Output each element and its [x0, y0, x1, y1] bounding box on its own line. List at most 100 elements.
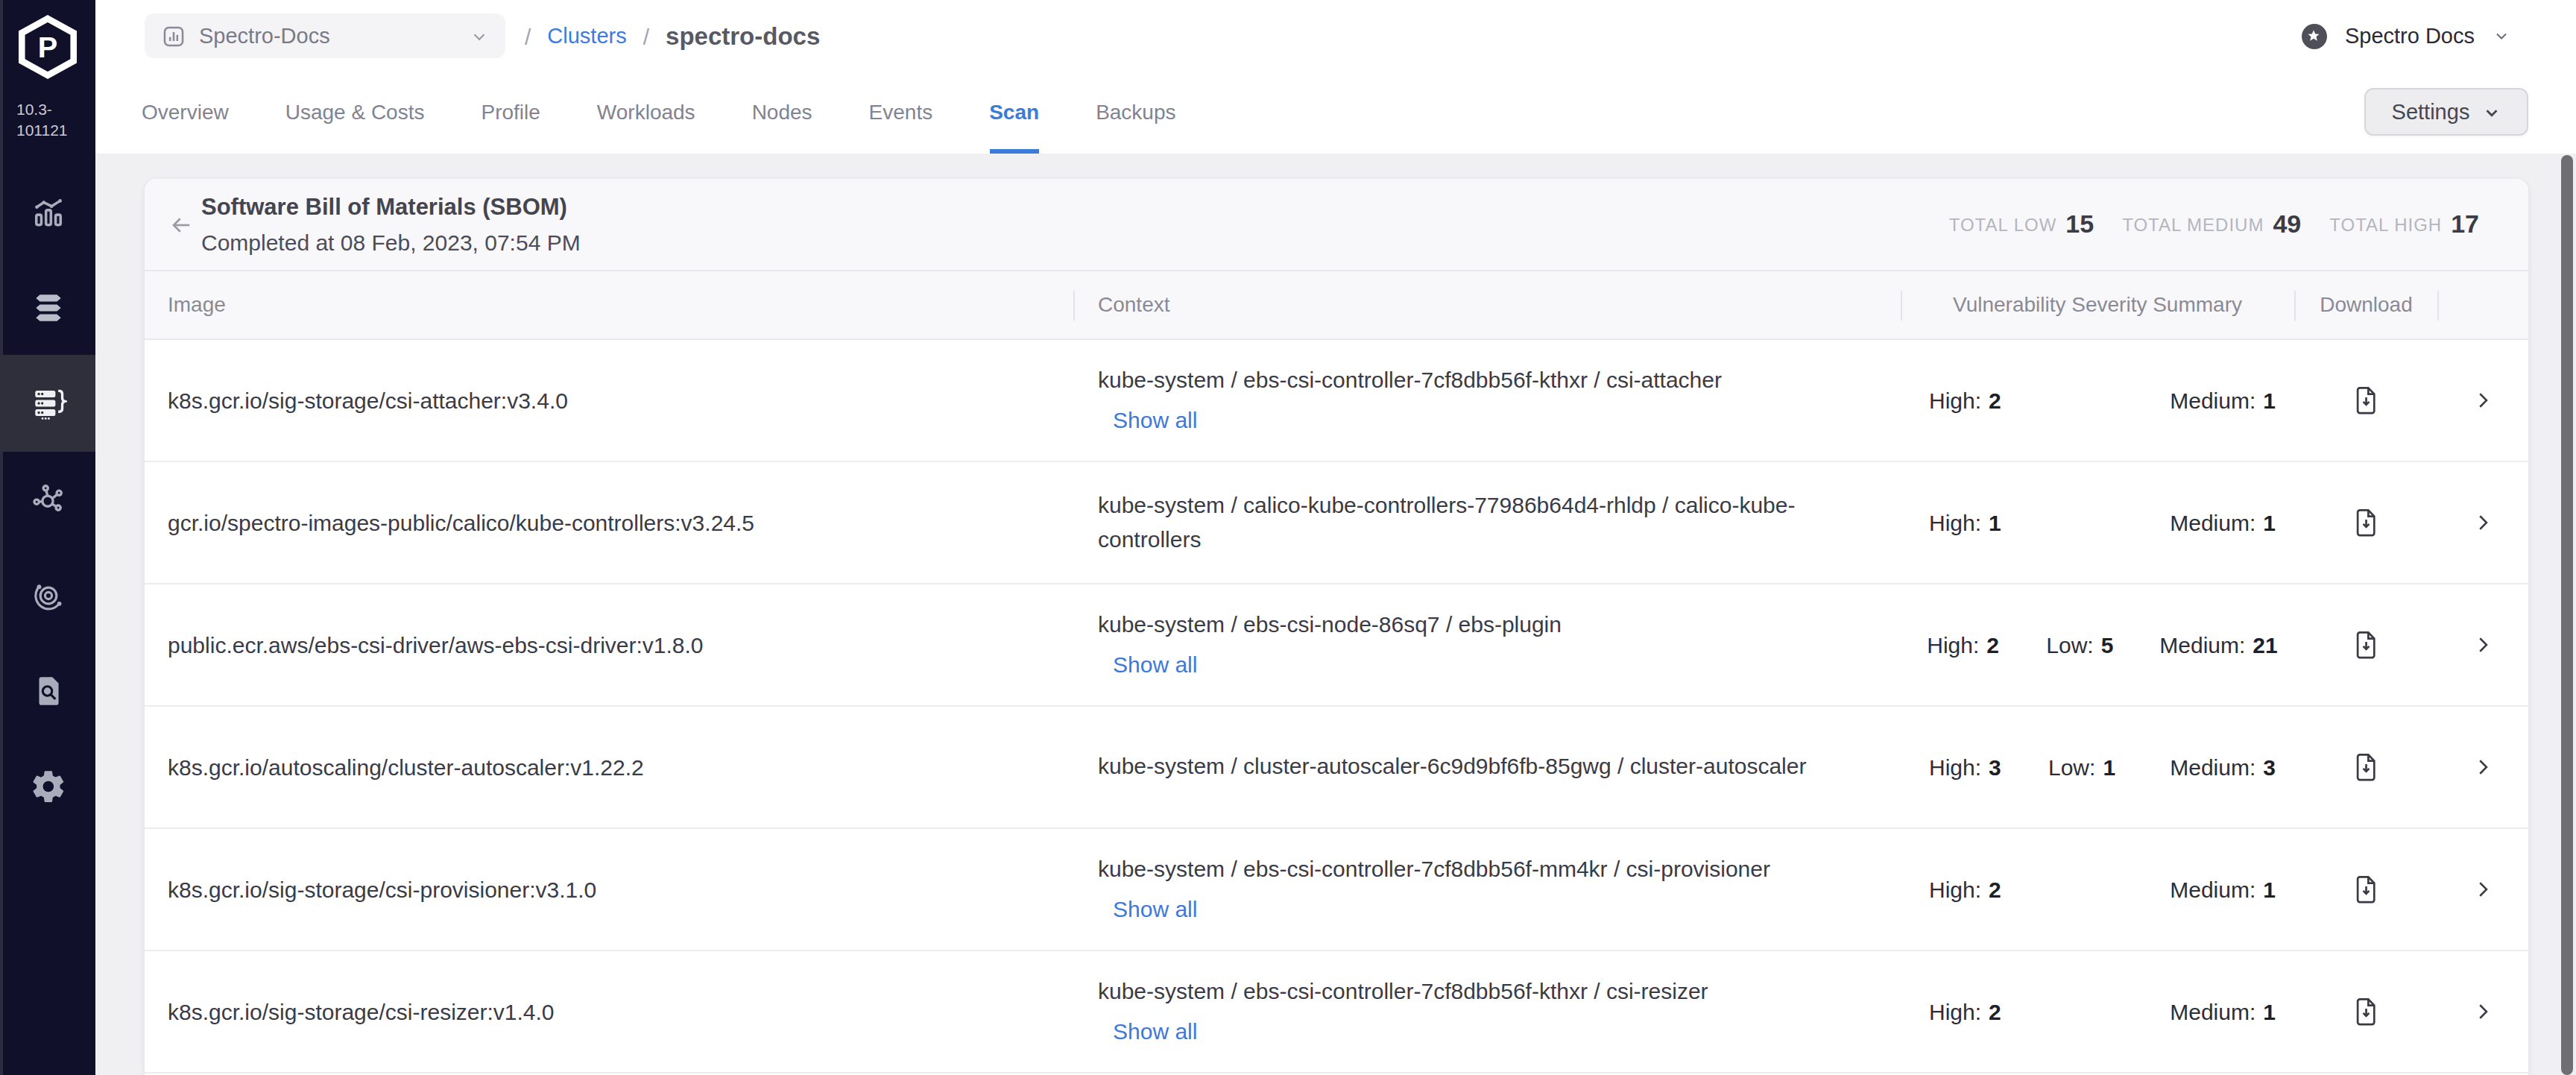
context-text: kube-system / ebs-csi-controller-7cf8dbb… — [1098, 852, 1856, 886]
breadcrumb-separator: / — [525, 23, 531, 48]
total-medium-value: 49 — [2273, 210, 2301, 240]
sidebar: P 10.3- 101121 — [0, 0, 95, 1075]
sidebar-item-settings[interactable] — [0, 739, 95, 834]
gear-icon — [29, 768, 66, 805]
table-row[interactable]: k8s.gcr.io/autoscaling/cluster-autoscale… — [144, 707, 2528, 829]
svg-text:P: P — [38, 31, 57, 63]
severity-high: High:2 — [1929, 877, 2048, 902]
download-file-icon[interactable] — [2352, 629, 2381, 661]
settings-button-label: Settings — [2392, 100, 2470, 124]
back-arrow-icon[interactable] — [169, 214, 192, 235]
severity-high: High:2 — [1929, 999, 2048, 1024]
tab-workloads[interactable]: Workloads — [597, 72, 695, 153]
total-low-value: 15 — [2065, 210, 2094, 240]
download-file-icon[interactable] — [2352, 874, 2381, 905]
breadcrumb-current: spectro-docs — [666, 22, 820, 50]
severity-medium: Medium:21 — [2159, 632, 2277, 658]
severity-high: High:3 — [1929, 754, 2048, 780]
table-row[interactable]: k8s.gcr.io/sig-storage/csi-provisioner:v… — [144, 829, 2528, 951]
table-row[interactable]: gcr.io/spectro-images-public/calico/kube… — [144, 462, 2528, 584]
project-selector-label: Spectro-Docs — [199, 24, 469, 48]
table-row[interactable]: k8s.gcr.io/sig-storage/csi-resizer:v1.4.… — [144, 951, 2528, 1074]
column-header-severity: Vulnerability Severity Summary — [1901, 271, 2294, 338]
table-row[interactable]: k8s.gcr.io/sig-storage/csi-attacher:v3.4… — [144, 340, 2528, 462]
network-icon — [29, 480, 66, 517]
total-high: TOTAL HIGH 17 — [2329, 210, 2479, 240]
severity-medium: Medium:1 — [2170, 999, 2276, 1024]
clusters-stack-icon — [29, 289, 66, 326]
context-text: kube-system / calico-kube-controllers-77… — [1098, 489, 1856, 556]
profiles-list-icon — [29, 384, 66, 421]
severity-low: Low:1 — [2048, 754, 2162, 780]
column-header-context: Context — [1073, 271, 1901, 338]
image-name: k8s.gcr.io/sig-storage/csi-provisioner:v… — [168, 877, 1073, 902]
severity-high: High:1 — [1929, 510, 2048, 535]
total-low-label: TOTAL LOW — [1949, 215, 2057, 236]
tab-scan[interactable]: Scan — [989, 72, 1039, 153]
tab-usage-costs[interactable]: Usage & Costs — [285, 72, 425, 153]
sidebar-item-clusters[interactable] — [0, 259, 95, 355]
tab-overview[interactable]: Overview — [142, 72, 229, 153]
sbom-completed-at: Completed at 08 Feb, 2023, 07:54 PM — [201, 224, 581, 259]
chevron-right-icon[interactable] — [2472, 634, 2495, 656]
context-text: kube-system / ebs-csi-controller-7cf8dbb… — [1098, 974, 1856, 1008]
tab-backups[interactable]: Backups — [1096, 72, 1175, 153]
breadcrumb-separator: / — [643, 23, 649, 48]
project-selector[interactable]: Spectro-Docs — [144, 13, 505, 58]
top-bar: Spectro-Docs / Clusters / spectro-docs S… — [95, 0, 2576, 153]
context-text: kube-system / ebs-csi-node-86sq7 / ebs-p… — [1098, 608, 1856, 641]
download-file-icon[interactable] — [2352, 507, 2381, 538]
tab-profile[interactable]: Profile — [481, 72, 540, 153]
table-body: k8s.gcr.io/sig-storage/csi-attacher:v3.4… — [144, 340, 2528, 1074]
show-all-link[interactable]: Show all — [1113, 649, 1856, 682]
chevron-right-icon[interactable] — [2472, 756, 2495, 778]
tab-bar: Overview Usage & Costs Profile Workloads Nod… — [142, 72, 1176, 153]
orbit-icon — [29, 576, 66, 614]
sidebar-item-monitoring[interactable] — [0, 164, 95, 259]
scrollbar-thumb[interactable] — [2561, 155, 2572, 1075]
severity-medium: Medium:1 — [2170, 388, 2276, 413]
context-text: kube-system / cluster-autoscaler-6c9d9bf… — [1098, 751, 1856, 784]
settings-button[interactable]: Settings — [2364, 88, 2528, 136]
sidebar-item-orbit[interactable] — [0, 547, 95, 643]
sbom-card-header: Software Bill of Materials (SBOM) Comple… — [144, 179, 2528, 271]
show-all-link[interactable]: Show all — [1113, 1015, 1856, 1049]
account-name: Spectro Docs — [2345, 24, 2475, 48]
image-name: k8s.gcr.io/autoscaling/cluster-autoscale… — [168, 754, 1073, 780]
context-text: kube-system / ebs-csi-controller-7cf8dbb… — [1098, 363, 1856, 397]
sidebar-item-network[interactable] — [0, 451, 95, 546]
show-all-link[interactable]: Show all — [1113, 893, 1856, 927]
sbom-card: Software Bill of Materials (SBOM) Comple… — [144, 179, 2528, 1075]
table-header: Image Context Vulnerability Severity Sum… — [144, 271, 2528, 340]
account-menu[interactable]: Spectro Docs — [2302, 0, 2510, 72]
download-file-icon[interactable] — [2352, 751, 2381, 783]
breadcrumb-link-clusters[interactable]: Clusters — [547, 24, 626, 48]
sidebar-item-scan[interactable] — [0, 643, 95, 739]
chevron-down-icon — [2481, 102, 2501, 122]
severity-low: Low:5 — [2046, 632, 2159, 658]
table-row[interactable]: public.ecr.aws/ebs-csi-driver/aws-ebs-cs… — [144, 584, 2528, 707]
severity-medium: Medium:1 — [2170, 877, 2276, 902]
monitoring-icon — [29, 193, 66, 230]
doc-scan-icon — [29, 672, 66, 710]
breadcrumb: / Clusters / spectro-docs — [525, 0, 820, 72]
total-medium: TOTAL MEDIUM 49 — [2122, 210, 2301, 240]
chevron-right-icon[interactable] — [2472, 389, 2495, 412]
chevron-right-icon[interactable] — [2472, 1000, 2495, 1023]
chevron-right-icon[interactable] — [2472, 878, 2495, 901]
severity-totals: TOTAL LOW 15 TOTAL MEDIUM 49 TOTAL HIGH … — [1949, 179, 2479, 271]
download-file-icon[interactable] — [2352, 996, 2381, 1027]
tab-events[interactable]: Events — [869, 72, 933, 153]
chevron-right-icon[interactable] — [2472, 511, 2495, 534]
chevron-down-icon — [469, 26, 488, 45]
spectro-cloud-logo[interactable]: P — [18, 15, 78, 79]
show-all-link[interactable]: Show all — [1113, 404, 1856, 438]
image-name: k8s.gcr.io/sig-storage/csi-attacher:v3.4… — [168, 388, 1073, 413]
image-name: public.ecr.aws/ebs-csi-driver/aws-ebs-cs… — [168, 632, 1073, 658]
sidebar-item-profiles[interactable] — [0, 354, 95, 451]
download-file-icon[interactable] — [2352, 385, 2381, 416]
tab-nodes[interactable]: Nodes — [752, 72, 812, 153]
severity-high: High:2 — [1927, 632, 2046, 658]
column-header-image: Image — [144, 271, 1073, 338]
total-high-label: TOTAL HIGH — [2329, 215, 2442, 236]
